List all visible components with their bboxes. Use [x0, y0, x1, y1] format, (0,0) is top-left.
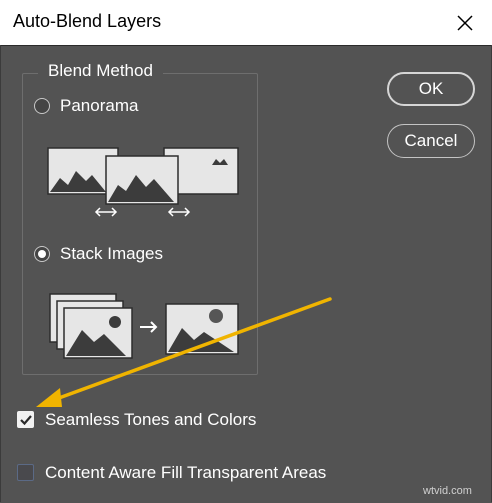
annotation-arrow-icon [36, 297, 332, 407]
watermark: wtvid.com [423, 485, 472, 497]
